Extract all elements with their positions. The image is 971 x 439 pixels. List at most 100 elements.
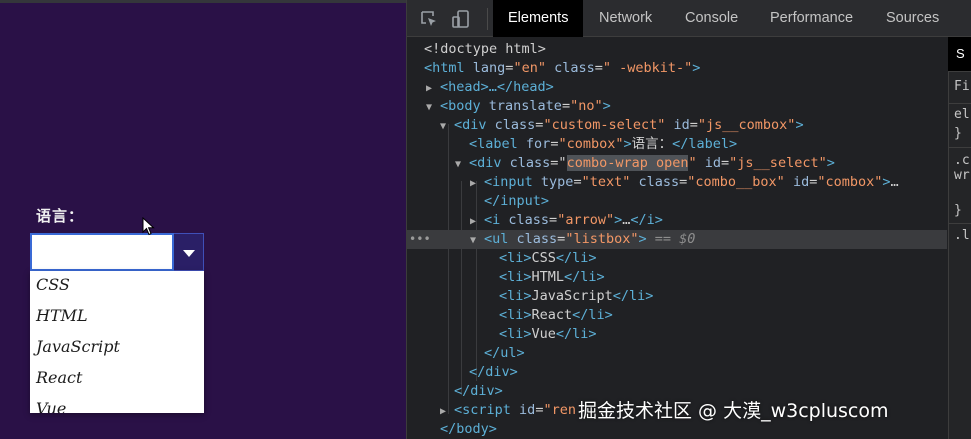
dom-value: "js__select" [729, 155, 827, 171]
dom-attr: id [519, 402, 536, 418]
dom-attr: id [792, 174, 810, 190]
chevron-down-icon[interactable] [174, 233, 204, 271]
devtools-tabbar: Elements Network Console Performance Sou… [407, 0, 971, 37]
expand-triangle-icon[interactable]: ▶ [426, 79, 440, 98]
dom-node-div-close[interactable]: </div> [407, 363, 947, 382]
collapse-triangle-icon[interactable]: ▼ [470, 231, 484, 250]
dom-value: " -webkit-" [602, 60, 693, 76]
dom-node-li[interactable]: <li>Vue</li> [407, 325, 947, 344]
dom-attr: class [638, 174, 680, 190]
dom-value: "combox" [558, 136, 624, 152]
mouse-cursor-icon [142, 217, 155, 236]
dom-node-input[interactable]: ▶ <input type="text" class="combo__box" i… [407, 173, 947, 192]
dom-text: HTML [531, 269, 565, 285]
pane-divider [949, 71, 971, 72]
dom-text: React [531, 307, 573, 323]
device-toolbar-icon[interactable] [451, 9, 471, 29]
filter-input[interactable]: Fi [954, 79, 970, 94]
dom-attr: translate [488, 98, 562, 114]
pane-divider [949, 223, 971, 224]
dom-value: "ren [543, 402, 576, 418]
option-vue[interactable]: Vue [30, 395, 204, 413]
options-listbox: CSS HTML JavaScript React Vue [30, 271, 204, 413]
tab-sources[interactable]: Sources [886, 0, 939, 37]
dom-node-arrow[interactable]: ▶ <i class="arrow">…</i> [407, 211, 947, 230]
dom-node-custom-select[interactable]: ▼ <div class="custom-select" id="js__comb… [407, 116, 947, 135]
dom-text: <head>…</head> [440, 79, 554, 95]
collapse-triangle-icon[interactable]: ▼ [426, 98, 440, 117]
dom-value: "en" [513, 60, 546, 76]
dom-node-input-close[interactable]: </input> [407, 192, 947, 211]
dom-tag: <html [424, 60, 465, 76]
option-react[interactable]: React [30, 364, 204, 395]
selected-node-marker: == $0 [654, 231, 696, 247]
dom-node-listbox-selected[interactable]: ••• ▼ <ul class="listbox"> == $0 [407, 230, 947, 249]
language-combobox[interactable] [30, 233, 204, 271]
dom-node-label[interactable]: <label for="combox">语言：</label> [407, 135, 947, 154]
dom-value: "js__combox" [697, 117, 796, 133]
style-rule-text: el [954, 107, 970, 122]
dom-attr: id [704, 155, 722, 171]
dom-text: </input> [484, 193, 550, 209]
expand-triangle-icon[interactable]: ▶ [440, 402, 454, 421]
dom-node-html[interactable]: <html lang="en" class=" -webkit-"> [407, 59, 947, 78]
dom-text: </div> [469, 364, 518, 380]
option-javascript[interactable]: JavaScript [30, 333, 204, 364]
styles-pane: Fi el } .c wr } .l [948, 37, 971, 439]
tab-console[interactable]: Console [685, 0, 738, 37]
dom-node-doctype[interactable]: <!doctype html> [407, 40, 947, 59]
option-css[interactable]: CSS [30, 271, 204, 302]
pane-divider [949, 103, 971, 104]
dom-node-li[interactable]: <li>JavaScript</li> [407, 287, 947, 306]
option-html[interactable]: HTML [30, 302, 204, 333]
dom-value: "custom-select" [543, 117, 666, 133]
dom-attr: type [540, 174, 574, 190]
dom-attr: lang [472, 60, 506, 76]
dom-node-ul-close[interactable]: </ul> [407, 344, 947, 363]
dom-text: CSS [531, 250, 556, 266]
collapse-triangle-icon[interactable]: ▼ [455, 155, 469, 174]
dom-tree: <!doctype html> <html lang="en" class=" … [407, 37, 947, 439]
dom-text: 语言： [631, 136, 673, 152]
combo-input[interactable] [30, 233, 174, 271]
more-options-icon[interactable]: ••• [409, 230, 431, 249]
dom-value: "text" [581, 174, 631, 190]
dom-tag: <body [440, 98, 481, 114]
style-rule-text: wr [954, 168, 970, 183]
dom-attr: id [673, 117, 690, 133]
dom-text: </body> [440, 421, 497, 437]
dom-node-combo-wrap[interactable]: ▼ <div class="combo-wrap open" id="js__se… [407, 154, 947, 173]
style-rule-text: .c [954, 153, 970, 168]
expand-triangle-icon[interactable]: ▶ [470, 174, 484, 193]
language-label: 语言： [36, 207, 85, 225]
dom-node-body[interactable]: ▼ <body translate="no"> [407, 97, 947, 116]
dom-value: "listbox" [565, 231, 639, 247]
dom-attr: for [525, 136, 551, 152]
dom-text: Vue [531, 326, 556, 342]
dom-text: </div> [454, 383, 503, 399]
dom-text: JavaScript [531, 288, 613, 304]
dom-node-li[interactable]: <li>React</li> [407, 306, 947, 325]
dom-value-highlight: combo-wrap open [566, 155, 689, 171]
ellipsis: … [890, 174, 899, 190]
expand-triangle-icon[interactable]: ▶ [470, 212, 484, 231]
dom-text: </ul> [484, 345, 525, 361]
page-preview: 语言： CSS HTML JavaScript React Vue [0, 0, 406, 439]
dom-attr: class [508, 212, 550, 228]
tab-divider [487, 8, 488, 30]
pane-divider [949, 147, 971, 148]
collapse-triangle-icon[interactable]: ▼ [440, 117, 454, 136]
dom-value: "no" [570, 98, 603, 114]
style-rule-text: } [954, 203, 962, 218]
styles-tab[interactable]: S [948, 37, 971, 71]
inspect-element-icon[interactable] [419, 9, 439, 29]
tab-network[interactable]: Network [599, 0, 652, 37]
dom-attr: class [516, 231, 558, 247]
dom-node-head[interactable]: ▶ <head>…</head> [407, 78, 947, 97]
dom-node-li[interactable]: <li>CSS</li> [407, 249, 947, 268]
tab-elements[interactable]: Elements [493, 0, 584, 37]
dom-value: "combox" [817, 174, 883, 190]
devtools-panel: Elements Network Console Performance Sou… [406, 0, 971, 439]
dom-node-li[interactable]: <li>HTML</li> [407, 268, 947, 287]
tab-performance[interactable]: Performance [770, 0, 853, 37]
